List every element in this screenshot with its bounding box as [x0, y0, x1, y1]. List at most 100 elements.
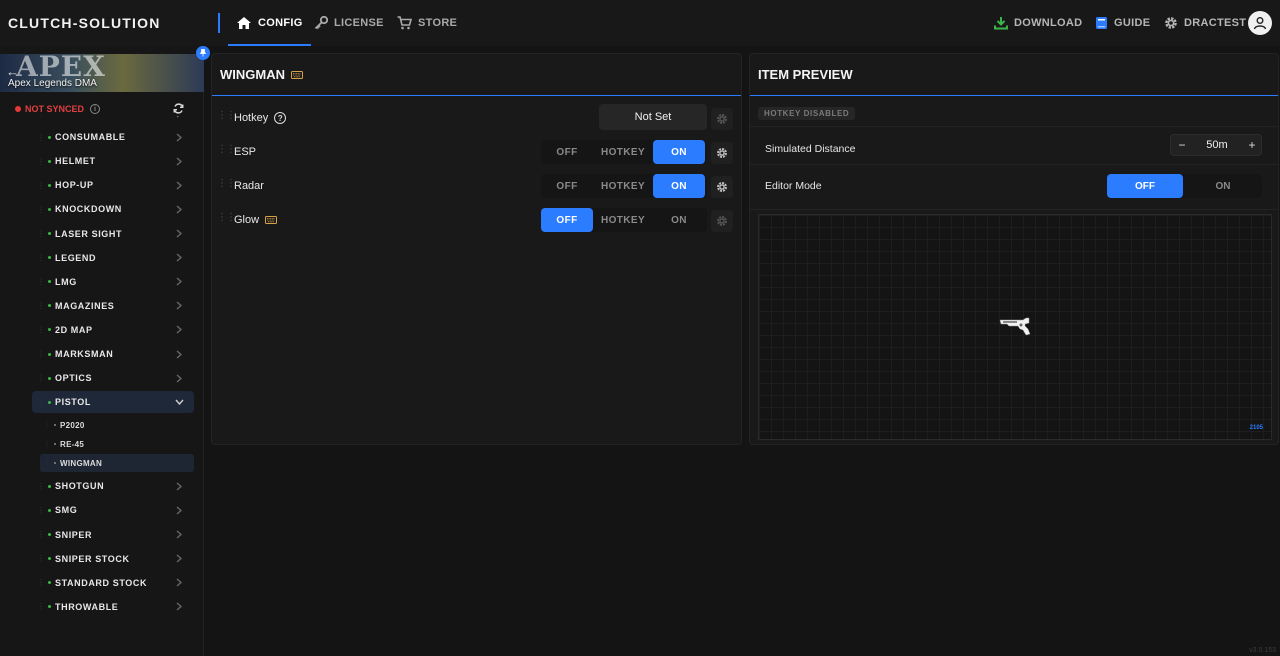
hotkey-settings-button[interactable]: [711, 108, 733, 130]
chevron-right-icon[interactable]: [172, 325, 186, 334]
chevron-right-icon[interactable]: [172, 181, 186, 190]
sidebar-item-pistol[interactable]: ⋮ PISTOL: [32, 391, 194, 414]
drag-handle-icon[interactable]: ⋮: [36, 205, 46, 214]
setting-gear-button[interactable]: [711, 176, 733, 198]
sidebar-subitem-p2020[interactable]: ⋮ P2020: [40, 416, 194, 434]
refresh-icon[interactable]: [173, 103, 184, 117]
sidebar-item-2d-map[interactable]: ⋮ 2D MAP: [32, 319, 194, 341]
drag-handle-icon[interactable]: ⋮: [36, 181, 46, 190]
drag-handle-icon[interactable]: ⋮: [36, 133, 46, 142]
sidebar-item-optics[interactable]: ⋮ OPTICS: [32, 367, 194, 389]
editor-mode-on-option[interactable]: ON: [1185, 174, 1261, 198]
tab-config[interactable]: CONFIG: [228, 0, 311, 46]
sidebar-subitem-re-45[interactable]: ⋮ RE-45: [40, 435, 194, 453]
chevron-right-icon[interactable]: [172, 374, 186, 383]
info-icon[interactable]: i: [90, 104, 101, 114]
avatar[interactable]: [1248, 11, 1272, 35]
tab-license[interactable]: LICENSE: [314, 0, 384, 46]
help-icon[interactable]: ?: [274, 112, 287, 124]
option-hotkey[interactable]: HOTKEY: [595, 174, 651, 198]
sidebar-item-hop-up[interactable]: ⋮ HOP-UP: [32, 174, 194, 196]
drag-handle-icon[interactable]: ⋮⋮: [217, 111, 236, 121]
sidebar-subitem-wingman[interactable]: ⋮ WINGMAN: [40, 454, 194, 473]
sidebar-item-consumable[interactable]: ⋮ CONSUMABLE: [32, 126, 194, 148]
drag-handle-icon[interactable]: ⋮: [42, 421, 52, 429]
sidebar-item-magazines[interactable]: ⋮ MAGAZINES: [32, 295, 194, 317]
chevron-right-icon[interactable]: [172, 554, 186, 563]
drag-handle-icon[interactable]: ⋮: [36, 554, 46, 563]
chevron-right-icon[interactable]: [172, 506, 186, 515]
chevron-right-icon[interactable]: [172, 229, 186, 238]
chevron-right-icon[interactable]: [172, 205, 186, 214]
increase-button[interactable]: +: [1241, 135, 1263, 155]
chevron-right-icon[interactable]: [172, 116, 186, 118]
drag-handle-icon[interactable]: ⋮: [36, 229, 46, 238]
sidebar-item-knockdown[interactable]: ⋮ KNOCKDOWN: [32, 198, 194, 220]
sidebar-item-bolt[interactable]: ⋮ BOLT: [32, 116, 194, 124]
sidebar-item-sniper[interactable]: ⋮ SNIPER: [32, 524, 194, 546]
option-hotkey[interactable]: HOTKEY: [595, 208, 651, 232]
hotkey-bind-button[interactable]: Not Set: [599, 104, 707, 130]
option-off[interactable]: OFF: [541, 208, 593, 232]
drag-handle-icon[interactable]: ⋮: [36, 530, 46, 539]
drag-handle-icon[interactable]: ⋮: [36, 301, 46, 310]
editor-mode-off-option[interactable]: OFF: [1107, 174, 1183, 198]
option-on[interactable]: ON: [653, 174, 705, 198]
chevron-right-icon[interactable]: [172, 482, 186, 491]
drag-handle-icon[interactable]: ⋮: [36, 602, 46, 611]
drag-handle-icon[interactable]: ⋮⋮: [217, 179, 236, 189]
option-on[interactable]: ON: [653, 140, 705, 164]
chevron-right-icon[interactable]: [172, 301, 186, 310]
sidebar-item-laser-sight[interactable]: ⋮ LASER SIGHT: [32, 223, 194, 245]
setting-gear-button[interactable]: [711, 210, 733, 232]
decrease-button[interactable]: −: [1171, 135, 1193, 155]
tab-store[interactable]: STORE: [397, 0, 457, 46]
drag-handle-icon[interactable]: ⋮: [36, 116, 46, 118]
drag-handle-icon[interactable]: ⋮: [42, 459, 52, 467]
chevron-right-icon[interactable]: [172, 157, 186, 166]
drag-handle-icon[interactable]: ⋮⋮: [217, 145, 236, 155]
pin-icon[interactable]: [196, 46, 210, 60]
sidebar-item-helmet[interactable]: ⋮ HELMET: [32, 150, 194, 172]
option-hotkey[interactable]: HOTKEY: [595, 140, 651, 164]
drag-handle-icon[interactable]: ⋮: [36, 253, 46, 262]
back-arrow-icon[interactable]: ←: [6, 64, 19, 79]
drag-handle-icon[interactable]: ⋮: [36, 374, 46, 383]
drag-handle-icon[interactable]: ⋮: [36, 482, 46, 491]
chevron-right-icon[interactable]: [172, 530, 186, 539]
sidebar-item-label: THROWABLE: [55, 601, 119, 612]
game-banner[interactable]: APEX ← Apex Legends DMA: [0, 54, 204, 92]
preview-canvas[interactable]: 2105: [758, 214, 1272, 440]
option-off[interactable]: OFF: [541, 140, 593, 164]
sidebar-item-throwable[interactable]: ⋮ THROWABLE: [32, 596, 194, 618]
drag-handle-icon[interactable]: ⋮: [36, 506, 46, 515]
sidebar-item-smg[interactable]: ⋮ SMG: [32, 499, 194, 521]
sidebar-item-lmg[interactable]: ⋮ LMG: [32, 271, 194, 293]
chevron-right-icon[interactable]: [172, 253, 186, 262]
drag-handle-icon[interactable]: ⋮: [36, 325, 46, 334]
drag-handle-icon[interactable]: ⋮: [42, 440, 52, 448]
sidebar-item-shotgun[interactable]: ⋮ SHOTGUN: [32, 475, 194, 497]
setting-gear-button[interactable]: [711, 142, 733, 164]
user-menu[interactable]: DRACTEST: [1164, 0, 1246, 46]
drag-handle-icon[interactable]: ⋮: [36, 277, 46, 286]
chevron-down-icon[interactable]: [172, 399, 186, 406]
drag-handle-icon[interactable]: ⋮: [36, 157, 46, 166]
sidebar-item-legend[interactable]: ⋮ LEGEND: [32, 247, 194, 269]
chevron-right-icon[interactable]: [172, 602, 186, 611]
drag-handle-icon[interactable]: ⋮⋮: [217, 213, 236, 223]
drag-handle-icon[interactable]: ⋮: [36, 398, 46, 407]
option-off[interactable]: OFF: [541, 174, 593, 198]
chevron-right-icon[interactable]: [172, 133, 186, 142]
drag-handle-icon[interactable]: ⋮: [36, 350, 46, 359]
download-button[interactable]: DOWNLOAD: [994, 0, 1082, 46]
option-on[interactable]: ON: [653, 208, 705, 232]
sidebar-item-standard-stock[interactable]: ⋮ STANDARD STOCK: [32, 572, 194, 594]
chevron-right-icon[interactable]: [172, 578, 186, 587]
chevron-right-icon[interactable]: [172, 277, 186, 286]
guide-button[interactable]: GUIDE: [1095, 0, 1150, 46]
sidebar-item-sniper-stock[interactable]: ⋮ SNIPER STOCK: [32, 548, 194, 570]
drag-handle-icon[interactable]: ⋮: [36, 578, 46, 587]
sidebar-item-marksman[interactable]: ⋮ MARKSMAN: [32, 343, 194, 365]
chevron-right-icon[interactable]: [172, 350, 186, 359]
